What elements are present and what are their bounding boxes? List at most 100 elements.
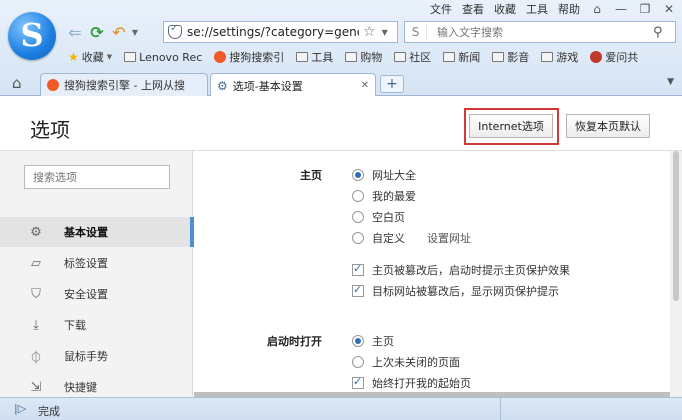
fav-item-tools[interactable]: 工具	[296, 49, 333, 65]
fav-item-games[interactable]: 游戏	[541, 49, 578, 65]
reset-defaults-button[interactable]: 恢复本页默认	[566, 114, 650, 138]
radio-startup-last-session[interactable]: 上次未关闭的页面	[352, 354, 460, 370]
fav-item-shopping[interactable]: 购物	[345, 49, 382, 65]
checkbox-label: 始终打开我的起始页	[372, 377, 471, 390]
fav-label: Lenovo Rec	[139, 50, 203, 64]
refresh-icon[interactable]: ⟳	[86, 22, 108, 42]
radio-startup-homepage[interactable]: 主页	[352, 333, 394, 349]
radio-homepage-favorites[interactable]: 我的最爱	[352, 188, 416, 204]
sogou-icon	[214, 51, 227, 63]
address-dropdown-icon[interactable]: ▼	[382, 28, 388, 37]
radio-label: 自定义	[372, 232, 405, 245]
radio-homepage-custom[interactable]: 自定义 设置网址	[352, 230, 471, 246]
checkbox-label: 目标网站被篡改后，显示网页保护提示	[372, 285, 559, 298]
radio-button[interactable]	[352, 232, 364, 244]
tab-options[interactable]: ⚙ 选项-基本设置 ✕	[210, 73, 376, 97]
address-url[interactable]: se://settings/?category=general	[187, 25, 359, 39]
check-site-tamper-prompt[interactable]: 目标网站被篡改后，显示网页保护提示	[352, 283, 559, 299]
bookmark-star-icon[interactable]: ☆	[363, 24, 376, 40]
mouse-icon: ⏀	[29, 350, 43, 366]
settings-content: 主页 网址大全 我的最爱 空白页 自定义 设置网址 主页被篡改后，启动时提示主页…	[194, 151, 670, 397]
checkbox[interactable]	[352, 262, 364, 276]
fav-item-community[interactable]: 社区	[394, 49, 431, 65]
gear-icon: ⚙	[217, 78, 228, 93]
tab-bar: ⌂ 搜狗搜索引擎 - 上网从搜 ⚙ 选项-基本设置 ✕ + ▼	[0, 70, 682, 97]
radio-homepage-blank[interactable]: 空白页	[352, 209, 405, 225]
sidebar-item-basic[interactable]: ⚙ 基本设置	[0, 217, 194, 247]
scrollbar-thumb[interactable]	[673, 151, 679, 301]
set-url-link[interactable]: 设置网址	[427, 230, 471, 246]
sogou-logo-icon[interactable]: S	[8, 12, 56, 60]
status-bar: |▷ 完成	[0, 397, 682, 420]
undo-dropdown-icon[interactable]: ▼	[130, 22, 140, 42]
menu-help[interactable]: 帮助	[558, 1, 580, 17]
minimize-button[interactable]: —	[614, 2, 628, 16]
radio-label: 上次未关闭的页面	[372, 356, 460, 369]
close-tab-icon[interactable]: ✕	[361, 80, 369, 91]
fav-label: 社区	[409, 51, 432, 64]
checkbox[interactable]	[352, 375, 364, 389]
search-options-input[interactable]	[24, 165, 170, 189]
radio-button[interactable]	[352, 356, 364, 368]
tab-list-arrow-icon[interactable]: ▼	[667, 77, 674, 87]
radio-button[interactable]	[352, 211, 364, 223]
new-tab-button[interactable]: +	[380, 75, 404, 93]
favorites-bar: ★ 收藏 ▼ Lenovo Rec 搜狗搜索引 工具 购物 社区 新闻 影音 游…	[68, 48, 638, 66]
radio-homepage-portal[interactable]: 网址大全	[352, 167, 416, 183]
search-icon[interactable]: ⚲	[653, 25, 663, 40]
avatar-icon	[590, 51, 603, 63]
security-shield-icon	[168, 23, 182, 39]
menu-view[interactable]: 查看	[462, 1, 484, 17]
check-always-open-start-page[interactable]: 始终打开我的起始页	[352, 375, 471, 391]
sidebar-item-label: 鼠标手势	[64, 350, 108, 363]
radio-button[interactable]	[352, 335, 364, 347]
sidebar-item-download[interactable]: ⤓ 下载	[0, 310, 193, 340]
sidebar-item-label: 快捷键	[64, 381, 97, 394]
address-bar[interactable]: se://settings/?category=general ☆ ▼	[163, 21, 398, 43]
vertical-scrollbar[interactable]	[670, 151, 682, 397]
nav-buttons: ⇐ ⟳ ↶ ▼	[64, 22, 140, 42]
sidebar-toggle-icon[interactable]: |▷	[14, 402, 26, 415]
fav-item-lenovo[interactable]: Lenovo Rec	[124, 51, 202, 64]
home-icon[interactable]: ⌂	[12, 74, 22, 92]
sidebar-item-mouse-gestures[interactable]: ⏀ 鼠标手势	[0, 341, 193, 371]
skin-icon[interactable]: ⌂	[590, 2, 604, 16]
favorites-menu[interactable]: ★ 收藏 ▼	[68, 49, 112, 65]
fav-item-news[interactable]: 新闻	[443, 49, 480, 65]
sidebar-item-security[interactable]: ⛉ 安全设置	[0, 279, 193, 309]
search-input[interactable]	[427, 25, 647, 39]
fav-label: 工具	[311, 51, 334, 64]
divider	[500, 398, 501, 420]
search-engine-icon[interactable]: S	[405, 25, 427, 39]
gear-icon: ⚙	[30, 224, 42, 240]
menu-file[interactable]: 文件	[430, 1, 452, 17]
star-icon: ★	[68, 50, 79, 64]
menu-favorites[interactable]: 收藏	[494, 1, 516, 17]
radio-label: 空白页	[372, 211, 405, 224]
check-homepage-tamper-prompt[interactable]: 主页被篡改后，启动时提示主页保护效果	[352, 262, 570, 278]
fav-item-iask[interactable]: 爱问共	[590, 49, 638, 65]
tab-icon: ⏥	[31, 255, 41, 271]
undo-icon[interactable]: ↶	[108, 22, 130, 42]
close-window-button[interactable]: ✕	[662, 2, 676, 16]
radio-button[interactable]	[352, 190, 364, 202]
download-icon: ⤓	[33, 317, 39, 333]
menu-bar: 文件 查看 收藏 工具 帮助 ⌂ — ❐ ✕	[430, 1, 676, 17]
fav-item-video[interactable]: 影音	[492, 49, 529, 65]
checkbox[interactable]	[352, 283, 364, 297]
sidebar-item-tabs[interactable]: ⏥ 标签设置	[0, 248, 193, 278]
favorites-label: 收藏	[81, 51, 104, 64]
radio-button[interactable]	[352, 169, 364, 181]
page-title: 选项	[30, 118, 70, 142]
menu-tools[interactable]: 工具	[526, 1, 548, 17]
highlight-box	[464, 108, 559, 145]
shield-icon: ⛉	[31, 286, 41, 302]
back-arrow-icon[interactable]: ⇐	[64, 22, 86, 42]
checkbox-label: 主页被篡改后，启动时提示主页保护效果	[372, 264, 570, 277]
maximize-button[interactable]: ❐	[638, 2, 652, 16]
search-box: S ⚲	[404, 21, 676, 43]
sidebar-item-label: 安全设置	[64, 288, 108, 301]
radio-label: 网址大全	[372, 169, 416, 182]
tab-sogou-search[interactable]: 搜狗搜索引擎 - 上网从搜	[40, 73, 208, 96]
fav-item-sogou[interactable]: 搜狗搜索引	[214, 49, 284, 65]
